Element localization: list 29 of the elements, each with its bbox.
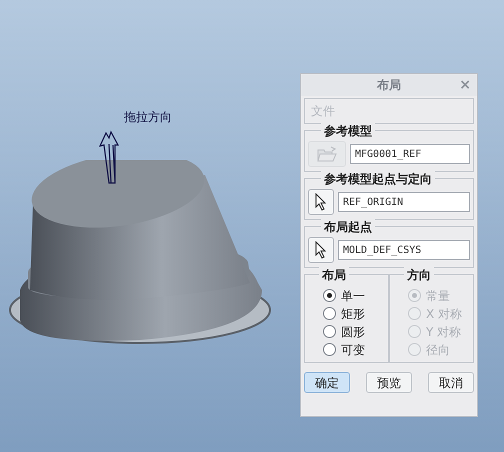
radio-label: 径向 xyxy=(426,342,450,358)
radio-button[interactable] xyxy=(323,325,336,338)
radio-label: 常量 xyxy=(426,288,450,304)
dialog-title: 布局 xyxy=(377,77,401,94)
dialog-button[interactable]: 确定 xyxy=(304,372,350,393)
section-title: 参考模型 xyxy=(321,122,375,140)
radio-label: 矩形 xyxy=(341,306,365,322)
select-button[interactable] xyxy=(308,237,334,263)
radio-label: X 对称 xyxy=(426,306,462,322)
section-title: 布局起点 xyxy=(321,218,375,236)
reference-field[interactable]: MOLD_DEF_CSYS xyxy=(338,240,470,260)
dialog-button[interactable]: 取消 xyxy=(428,372,474,393)
radio-button[interactable] xyxy=(323,343,336,356)
radio-label: Y 对称 xyxy=(426,324,462,340)
folder-icon xyxy=(317,146,337,162)
radio-button[interactable] xyxy=(323,289,336,302)
cursor-icon xyxy=(315,193,327,211)
cursor-icon xyxy=(315,241,327,259)
radio-label: 单一 xyxy=(341,288,365,304)
group-title: 方向 xyxy=(404,266,434,284)
group-title: 布局 xyxy=(319,266,349,284)
reference-field[interactable]: REF_ORIGIN xyxy=(338,192,470,212)
radio-label: 可变 xyxy=(341,342,365,358)
section-title: 参考模型起点与定向 xyxy=(321,170,435,188)
dialog-button[interactable]: 预览 xyxy=(366,372,412,393)
select-button[interactable] xyxy=(308,189,334,215)
radio-label: 圆形 xyxy=(341,324,365,340)
radio-button[interactable] xyxy=(323,307,336,320)
drag-direction-label: 拖拉方向 xyxy=(124,109,172,126)
